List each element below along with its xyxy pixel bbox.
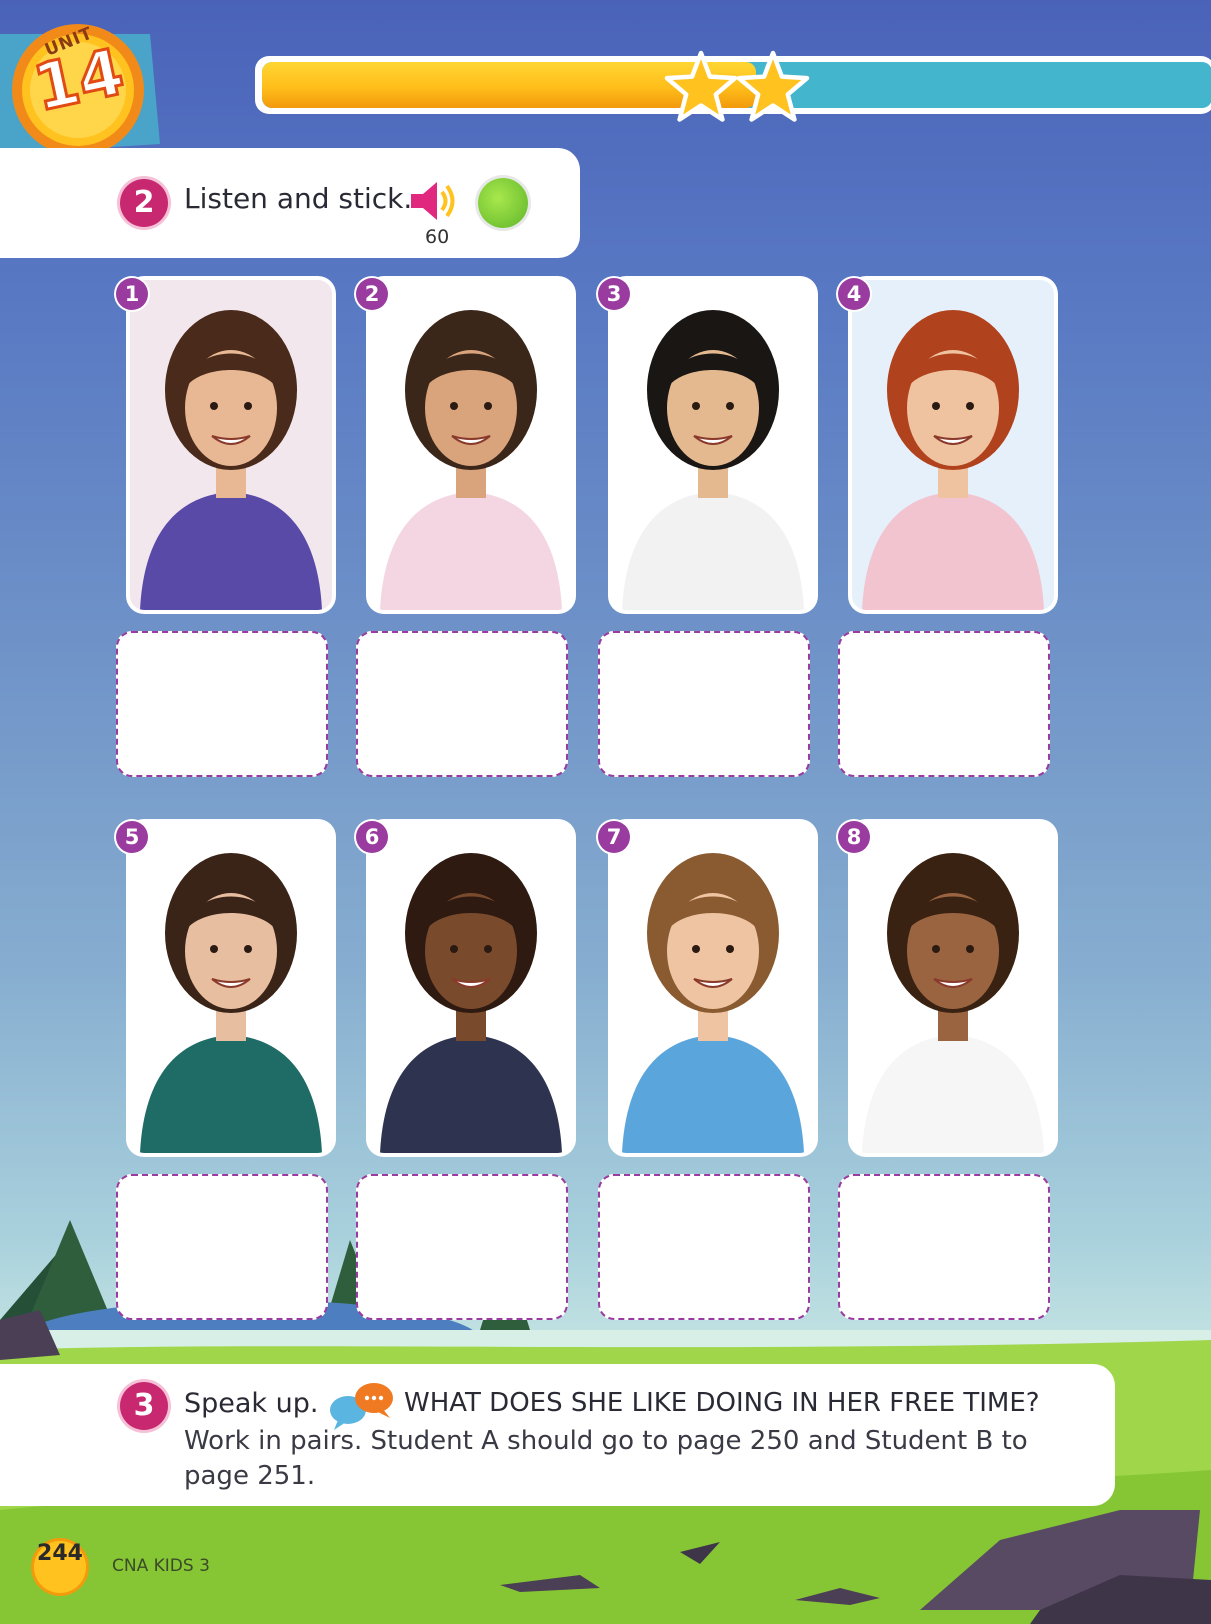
photo-card (126, 276, 336, 614)
sticker-slot[interactable] (356, 1174, 568, 1320)
audio-track-number: 60 (425, 226, 450, 248)
exercise-title: Listen and stick. (184, 182, 413, 215)
textbook-page: UNIT 14 2 Listen and stick. 60 12345678 … (0, 0, 1211, 1624)
person-photo (612, 280, 814, 610)
sticker-slot[interactable] (116, 631, 328, 777)
speaker-icon[interactable] (409, 178, 461, 224)
exercise-title: Speak up. (184, 1388, 319, 1419)
photo-card (126, 819, 336, 1157)
person-photo (852, 280, 1054, 610)
chat-bubbles-icon (330, 1383, 393, 1430)
star-icon (664, 50, 738, 122)
exercise-3-box: 3 Speak up. WHAT DOES SHE LIKE DOING IN … (0, 1364, 1115, 1506)
card-number: 1 (116, 278, 148, 310)
card-number: 2 (356, 278, 388, 310)
page-number: 244 (34, 1541, 86, 1593)
card-number: 5 (116, 821, 148, 853)
photo-card (608, 819, 818, 1157)
person-photo (612, 823, 814, 1153)
photo-card (366, 819, 576, 1157)
sticker-slot[interactable] (598, 1174, 810, 1320)
card-number: 3 (598, 278, 630, 310)
card-number: 6 (356, 821, 388, 853)
exercise-question: WHAT DOES SHE LIKE DOING IN HER FREE TIM… (404, 1388, 1040, 1418)
photo-card (366, 276, 576, 614)
star-icon (736, 50, 810, 122)
book-title: CNA KIDS 3 (112, 1556, 210, 1576)
exercise-2-header: 2 Listen and stick. 60 (0, 148, 580, 258)
card-number: 4 (838, 278, 870, 310)
photo-card (848, 276, 1058, 614)
person-photo (130, 823, 332, 1153)
sticker-slot[interactable] (838, 1174, 1050, 1320)
sticker-icon (478, 178, 528, 228)
sticker-slot[interactable] (116, 1174, 328, 1320)
sticker-slot[interactable] (598, 631, 810, 777)
sticker-slot[interactable] (838, 631, 1050, 777)
person-photo (370, 280, 572, 610)
person-photo (130, 280, 332, 610)
exercise-number: 3 (120, 1382, 168, 1430)
photo-card (848, 819, 1058, 1157)
card-number: 7 (598, 821, 630, 853)
card-number: 8 (838, 821, 870, 853)
unit-badge: UNIT 14 (0, 14, 165, 164)
person-photo (370, 823, 572, 1153)
person-photo (852, 823, 1054, 1153)
exercise-instructions: Work in pairs. Student A should go to pa… (184, 1426, 1028, 1491)
sticker-slot[interactable] (356, 631, 568, 777)
photo-card (608, 276, 818, 614)
exercise-number: 2 (120, 179, 168, 227)
